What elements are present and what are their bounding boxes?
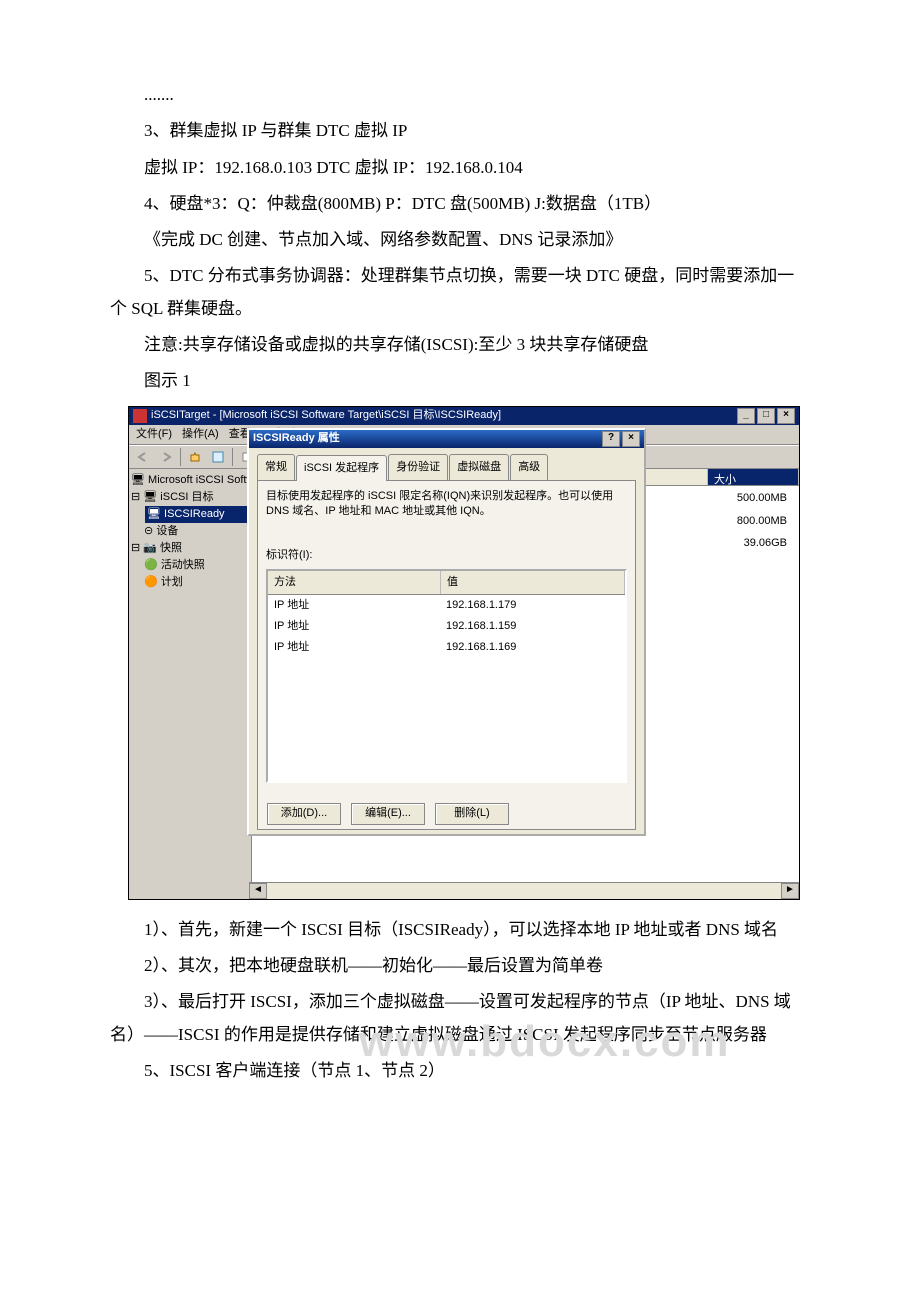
para-dots: ....... [110,79,810,111]
col-method[interactable]: 方法 [268,571,441,594]
tab-vdisk[interactable]: 虚拟磁盘 [449,454,509,480]
tab-initiator[interactable]: iSCSI 发起程序 [296,455,387,481]
para-step1: 1）、首先，新建一个 ISCSI 目标（ISCSIReady），可以选择本地 I… [110,914,810,946]
scroll-right-icon[interactable]: ► [781,883,799,899]
add-button[interactable]: 添加(D)... [267,803,341,825]
tree-active[interactable]: 🟢 活动快照 [131,557,249,574]
scroll-left-icon[interactable]: ◄ [249,883,267,899]
menu-file[interactable]: 文件(F) [133,423,175,446]
dialog-help-button[interactable]: ? [602,431,620,447]
screenshot-iscsi: www.bdocx.com iSCSITarget - [Microsoft i… [128,406,800,900]
tab-auth[interactable]: 身份验证 [388,454,448,480]
tab-strip: 常规 iSCSI 发起程序 身份验证 虚拟磁盘 高级 [257,454,636,480]
dialog-close-button[interactable]: × [622,431,640,447]
tree-snapshots[interactable]: ⊟ 📷 快照 [131,540,249,557]
tree-plan[interactable]: 🟠 计划 [131,574,249,591]
list-row[interactable]: IP 地址192.168.1.179 [268,595,625,616]
properties-dialog: ISCSIReady 属性 ? × 常规 iSCSI 发起程序 身份验证 虚拟磁… [247,428,646,836]
size-row: 39.06GB [729,532,795,555]
back-icon[interactable] [132,447,154,467]
col-size[interactable]: 大小 [708,469,799,485]
tree-devices[interactable]: ⊝ 设备 [131,523,249,540]
tab-general[interactable]: 常规 [257,454,295,480]
menu-action[interactable]: 操作(A) [179,423,222,446]
props-icon[interactable] [207,447,229,467]
para-brackets: 《完成 DC 创建、节点加入域、网络参数配置、DNS 记录添加》 [110,224,810,256]
edit-button[interactable]: 编辑(E)... [351,803,425,825]
close-button[interactable]: × [777,408,795,424]
tree-ready[interactable]: 🖥 ISCSIReady [145,506,249,523]
para-ips: 虚拟 IP：192.168.0.103 DTC 虚拟 IP：192.168.0.… [110,152,810,184]
para-fig1: 图示 1 [110,365,810,397]
list-row[interactable]: IP 地址192.168.1.169 [268,637,625,658]
up-icon[interactable] [184,447,206,467]
para-5: 5、DTC 分布式事务协调器：处理群集节点切换，需要一块 DTC 硬盘，同时需要… [110,260,810,325]
tab-advanced[interactable]: 高级 [510,454,548,480]
col-value[interactable]: 值 [441,571,625,594]
size-values: 500.00MB 800.00MB 39.06GB [729,487,795,556]
watermark: www.bdocx.com [359,1017,731,1067]
para-note: 注意:共享存储设备或虚拟的共享存储(ISCSI):至少 3 块共享存储硬盘 [110,329,810,361]
size-row: 800.00MB [729,510,795,533]
id-label: 标识符(I): [266,545,627,566]
tree-root[interactable]: 🖥 Microsoft iSCSI Software Target [131,472,249,489]
forward-icon[interactable] [155,447,177,467]
app-icon [133,409,147,423]
tree-targets[interactable]: ⊟ 🖥 iSCSI 目标 [131,489,249,506]
list-row[interactable]: IP 地址192.168.1.159 [268,616,625,637]
scrollbar[interactable]: ◄ ► [249,882,799,899]
para-4: 4、硬盘*3：Q：仲裁盘(800MB) P：DTC 盘(500MB) J:数据盘… [110,188,810,220]
dialog-title-bar: ISCSIReady 属性 ? × [249,430,644,448]
nav-tree: 🖥 Microsoft iSCSI Software Target ⊟ 🖥 iS… [129,469,252,899]
size-row: 500.00MB [729,487,795,510]
tab-pane: 目标使用发起程序的 iSCSI 限定名称(IQN)来识别发起程序。也可以使用 D… [257,480,636,830]
identifier-list[interactable]: 方法 值 IP 地址192.168.1.179 IP 地址192.168.1.1… [266,569,627,783]
delete-button[interactable]: 删除(L) [435,803,509,825]
initiator-desc: 目标使用发起程序的 iSCSI 限定名称(IQN)来识别发起程序。也可以使用 D… [266,489,627,520]
minimize-button[interactable]: _ [737,408,755,424]
dialog-title: ISCSIReady 属性 [253,428,340,449]
maximize-button[interactable]: □ [757,408,775,424]
para-3: 3、群集虚拟 IP 与群集 DTC 虚拟 IP [110,115,810,147]
para-step2: 2）、其次，把本地硬盘联机——初始化——最后设置为简单卷 [110,950,810,982]
